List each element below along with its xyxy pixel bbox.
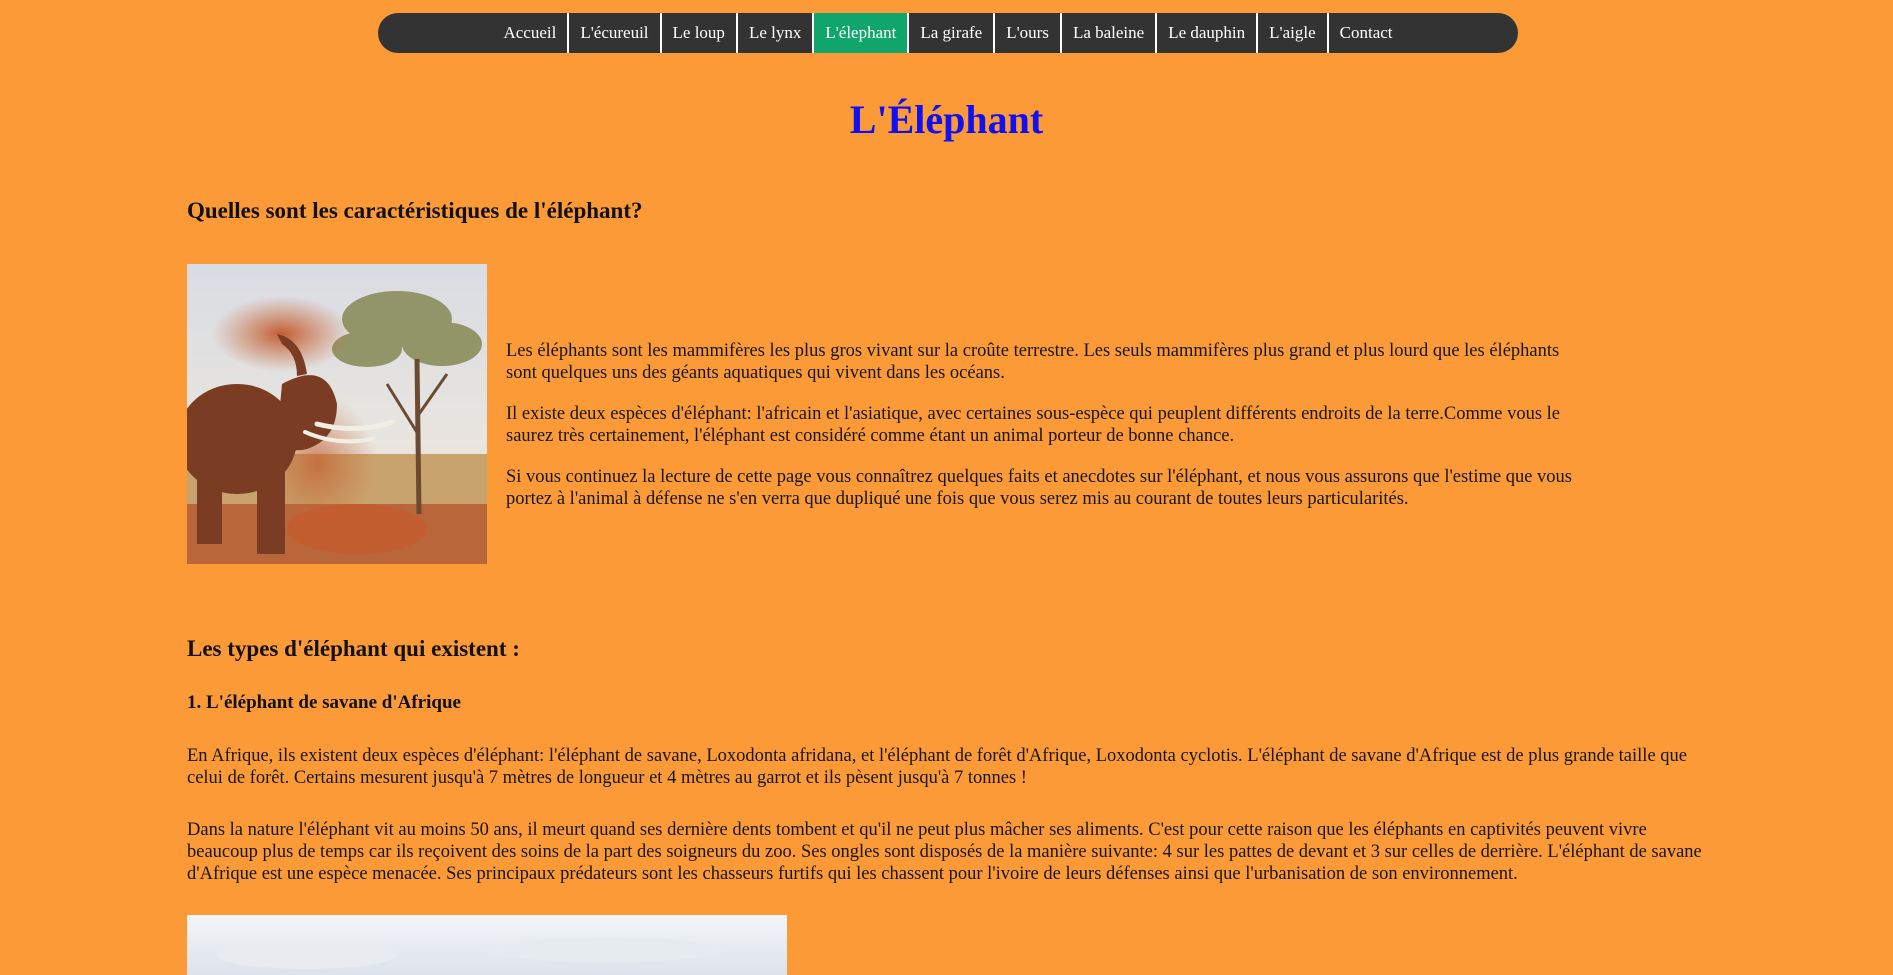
characteristics-paragraph-2: Il existe deux espèces d'éléphant: l'afr… <box>506 404 1560 446</box>
types-heading: Les types d'éléphant qui existent : <box>187 636 520 661</box>
characteristics-paragraph-3: Si vous continuez la lecture de cette pa… <box>506 467 1572 509</box>
nav-item-baleine[interactable]: La baleine <box>1062 13 1158 53</box>
characteristics-paragraph-1: Les éléphants sont les mammifères les pl… <box>506 341 1560 383</box>
savanna-paragraph-1: En Afrique, ils existent deux espèces d'… <box>187 746 1687 788</box>
nav-item-accueil[interactable]: Accueil <box>492 13 570 53</box>
elephant-photo <box>187 264 487 564</box>
nav-item-lynx[interactable]: Le lynx <box>738 13 815 53</box>
nav-item-elephant[interactable]: L'élephant <box>814 13 910 53</box>
nav-item-girafe[interactable]: La girafe <box>909 13 996 53</box>
savanna-elephant-subheading: 1. L'éléphant de savane d'Afrique <box>187 692 461 713</box>
savanna-paragraph-2: Dans la nature l'éléphant vit au moins 5… <box>187 820 1702 884</box>
main-nav: Accueil L'écureuil Le loup Le lynx L'éle… <box>378 13 1518 53</box>
characteristics-heading: Quelles sont les caractéristiques de l'é… <box>187 198 643 223</box>
nav-item-contact[interactable]: Contact <box>1329 13 1404 53</box>
nav-item-ours[interactable]: L'ours <box>995 13 1062 53</box>
nav-item-dauphin[interactable]: Le dauphin <box>1157 13 1259 53</box>
savanna-elephant-photo <box>187 915 787 975</box>
nav-item-ecureuil[interactable]: L'écureuil <box>569 13 662 53</box>
nav-item-aigle[interactable]: L'aigle <box>1258 13 1329 53</box>
nav-item-loup[interactable]: Le loup <box>662 13 738 53</box>
page-title: L'Éléphant <box>849 97 1044 142</box>
